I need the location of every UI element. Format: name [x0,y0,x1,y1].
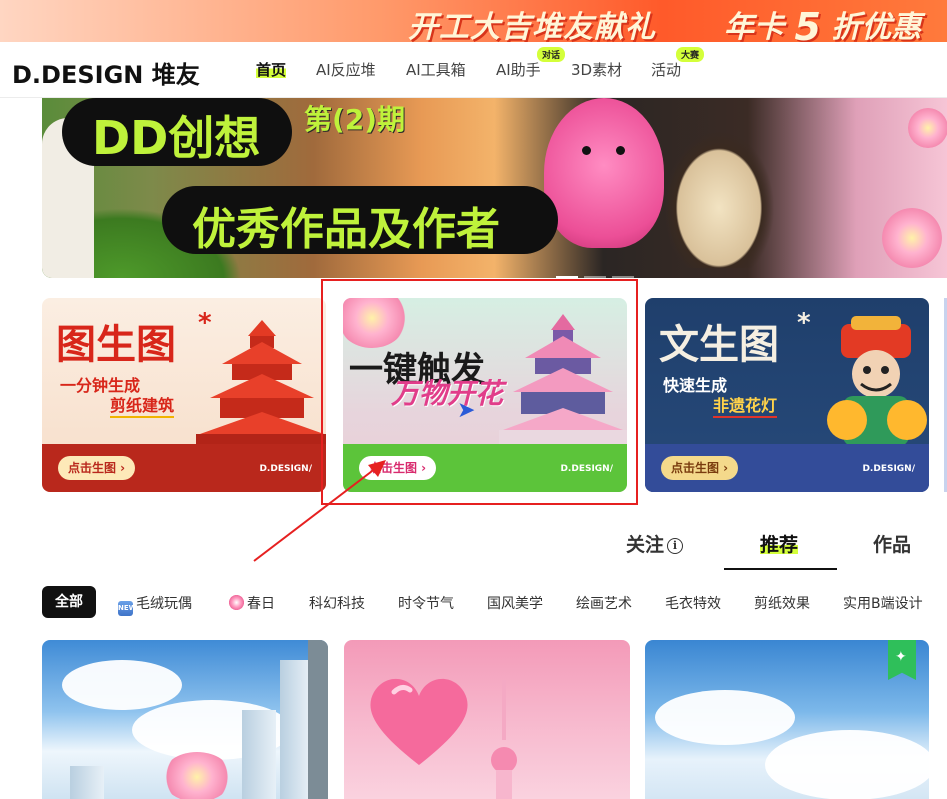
nav-badge-chat: 对话 [537,47,566,62]
info-icon[interactable]: i [667,538,684,554]
cloud-shape [655,690,795,745]
card-brand: D.DESIGN/ [259,464,312,474]
bear-eye-right [616,146,625,155]
gallery-item[interactable]: ✦ [645,640,929,799]
tv-tower-image [491,680,517,799]
promo-offer-number: 5 [794,5,821,42]
tab-recommended-label: 推荐 [760,534,799,556]
category-plush-label: 毛绒玩偶 [136,596,192,612]
cursor-icon: ➤ [457,398,476,423]
sparkle-icon: ✦ [895,649,907,665]
temple-of-heaven-flower-image [499,314,627,448]
flower-bouquet-image [162,752,232,799]
card-highlight: 剪纸建筑 [110,392,175,418]
hero-carousel[interactable]: DD创想 第(2)期 优秀作品及作者 [42,98,947,278]
promo-banner[interactable]: 开工大吉堆友献礼 年卡 5 折优惠 [0,0,947,42]
promo-offer-prefix: 年卡 [724,10,784,42]
feature-card-txt2img[interactable]: 文生图 * 快速生成 非遗花灯 点击生图 › D.DESIGN/ [645,298,929,492]
category-all[interactable]: 全部 [42,586,96,618]
card-star: * [797,308,811,338]
top-header: D.DESIGN 堆友 首页 AI反应堆 AI工具箱 对话 AI助手 3D素材 … [0,42,947,98]
lantern-god-image [827,316,927,446]
nav-3d-assets[interactable]: 3D素材 [571,59,622,80]
card-brand: D.DESIGN/ [560,464,613,474]
heart-balloon-image [370,678,468,765]
pillar-shape [308,640,328,799]
feature-card-img2img[interactable]: 图生图 * 一分钟生成 剪纸建筑 点击生图 › D.DESIGN/ [42,298,326,492]
building-shape [242,710,276,799]
nav-ai-toolbox[interactable]: AI工具箱 [406,59,466,80]
hero-title: DD创想 [92,111,261,165]
category-sweater[interactable]: 毛衣特效 [665,593,721,613]
site-logo[interactable]: D.DESIGN 堆友 [12,55,200,90]
nav-events[interactable]: 活动 [651,59,681,80]
hero-subtitle: 优秀作品及作者 [192,204,500,255]
tab-follow-label: 关注 [626,534,665,556]
generate-button[interactable]: 点击生图 › [661,456,739,480]
category-b2b-design[interactable]: 实用B端设计 [843,593,923,613]
category-filter-bar: 全部 NEW毛绒玩偶 春日 科幻科技 时令节气 国风美学 绘画艺术 毛衣特效 剪… [0,586,947,618]
nav-ai-assistant[interactable]: AI助手 [496,59,541,80]
hero-pink-bear-image [544,98,664,248]
category-scifi[interactable]: 科幻科技 [309,593,365,613]
feed-tabs: 关注 i 推荐 作品 [0,526,947,570]
card-brand: D.DESIGN/ [862,464,915,474]
card-title: 文生图 [659,322,779,368]
tab-works[interactable]: 作品 [873,530,911,557]
bear-eye-left [582,146,591,155]
cloud-shape [765,730,929,799]
promo-offer-suffix: 折优惠 [831,10,922,42]
promo-main-text: 开工大吉堆友献礼 [408,10,656,42]
hero-flower-image-small [908,108,947,148]
new-icon: NEW [118,601,136,616]
cloud-shape [62,660,182,710]
temple-of-heaven-papercut-image [196,320,326,446]
category-painting[interactable]: 绘画艺术 [576,593,632,613]
carousel-dot-2[interactable] [584,276,606,278]
hero-issue-label: 第(2)期 [304,103,406,136]
category-seasonal[interactable]: 时令节气 [398,593,454,613]
card-title: 图生图 [56,322,176,368]
flower-icon [229,595,244,610]
card-highlight: 非遗花灯 [713,392,778,418]
featured-badge: ✦ [888,640,916,680]
card-highlight: 万物开花 [391,377,504,410]
generate-button[interactable]: 点击生图 › [58,456,136,480]
category-papercut[interactable]: 剪纸效果 [754,593,810,613]
tab-follow[interactable]: 关注 i [626,530,684,557]
gallery-item[interactable] [344,640,630,799]
building-shape [70,766,104,799]
carousel-indicators [556,264,640,278]
building-shape [280,660,310,799]
hero-guitar-image [654,118,784,268]
active-tab-indicator [724,568,837,570]
hero-flower-image [882,208,942,268]
nav-ai-reactor[interactable]: AI反应堆 [316,59,376,80]
category-chinese-style[interactable]: 国风美学 [487,593,543,613]
tab-recommended[interactable]: 推荐 [760,530,799,557]
feature-card-bloom[interactable]: 一键触发 万物开花 ➤ 点击生图 › D.DESIGN/ [343,298,627,492]
generate-button[interactable]: 点击生图 › [359,456,437,480]
category-spring[interactable]: 春日 [229,593,275,613]
gallery-item[interactable] [42,640,328,799]
category-plush[interactable]: NEW毛绒玩偶 [118,593,192,616]
carousel-dot-3[interactable] [612,276,634,278]
promo-offer-text: 年卡 5 折优惠 [724,2,921,42]
cherry-blossom-image [343,298,407,348]
category-spring-label: 春日 [247,596,275,612]
nav-home[interactable]: 首页 [256,59,287,80]
carousel-dot-1[interactable] [556,276,578,278]
